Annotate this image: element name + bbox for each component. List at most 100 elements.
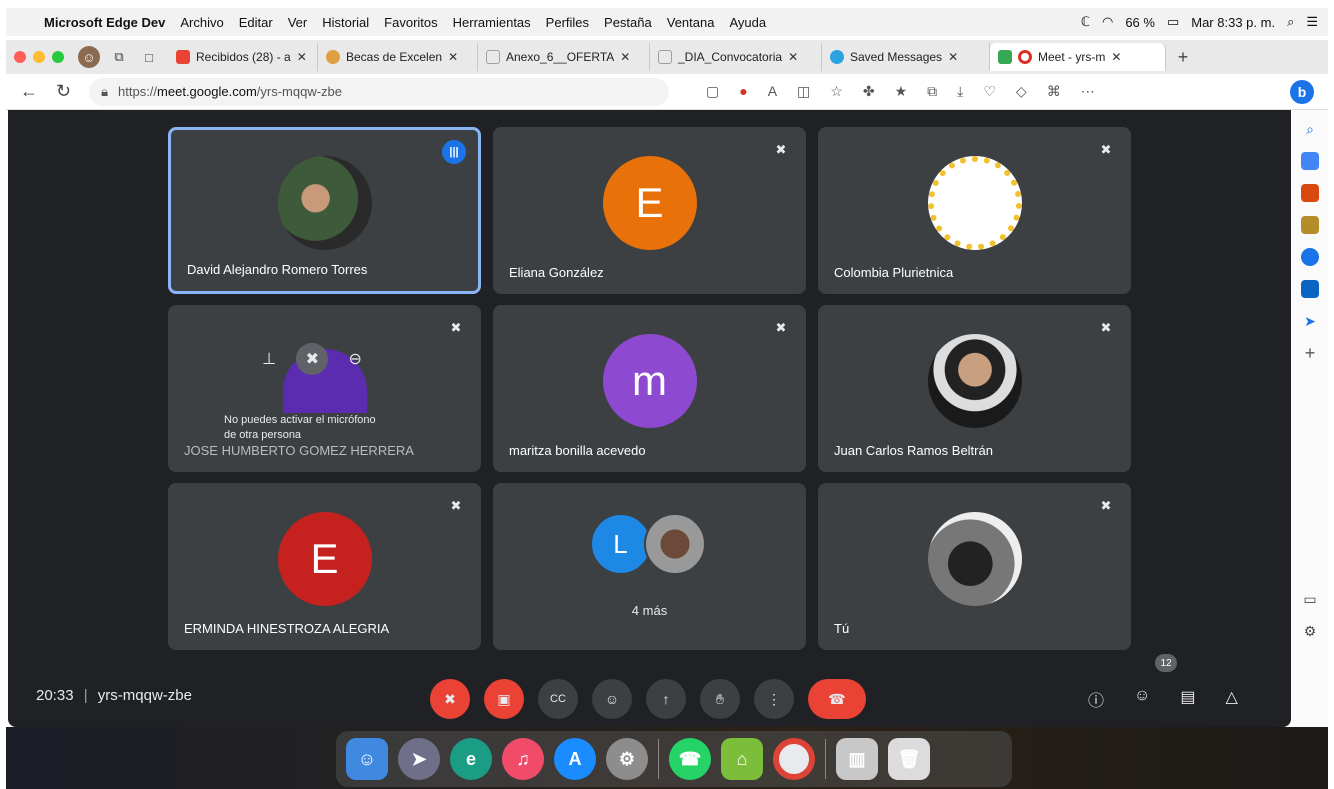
- back-arrow-icon[interactable]: ←: [20, 81, 38, 102]
- participant-tile-david[interactable]: ||| David Alejandro Romero Torres: [168, 127, 481, 294]
- tab-gmail[interactable]: Recibidos (28) - a ✕: [168, 43, 318, 71]
- tab-becas[interactable]: Becas de Excelen ✕: [318, 43, 478, 71]
- new-tab-button[interactable]: +: [1172, 46, 1194, 68]
- read-aloud-icon[interactable]: A: [768, 83, 777, 100]
- launchpad-icon[interactable]: ➤: [398, 738, 440, 780]
- participant-tile-eliana[interactable]: E ✖ Eliana González: [493, 127, 806, 294]
- creative-cloud-icon[interactable]: ℂ: [1081, 14, 1090, 30]
- finder-icon[interactable]: ☺: [346, 738, 388, 780]
- wifi-icon[interactable]: ◠: [1102, 14, 1113, 30]
- participant-tile-maritza[interactable]: m ✖ maritza bonilla acevedo: [493, 305, 806, 472]
- more-participants-tile[interactable]: L 4 más: [493, 483, 806, 650]
- collections-icon[interactable]: ⧉: [927, 83, 937, 100]
- menu-pestana[interactable]: Pestaña: [604, 15, 652, 30]
- participant-tile-jose[interactable]: ⊥ ✖ ⊖ No puedes activar el micrófono de …: [168, 305, 481, 472]
- search-icon[interactable]: ⌕: [1301, 120, 1319, 138]
- whatsapp-icon[interactable]: ☎︎: [669, 738, 711, 780]
- more-menu-icon[interactable]: ⋯: [1081, 83, 1095, 100]
- menu-favoritos[interactable]: Favoritos: [384, 15, 437, 30]
- send-icon[interactable]: ➤: [1301, 312, 1319, 330]
- menu-ventana[interactable]: Ventana: [667, 15, 715, 30]
- captions-icon[interactable]: CC: [538, 679, 578, 719]
- close-tab-icon[interactable]: ✕: [620, 50, 630, 64]
- present-screen-icon[interactable]: ↑: [646, 679, 686, 719]
- participant-tile-self[interactable]: ✖ Tú: [818, 483, 1131, 650]
- tab-meet[interactable]: Meet - yrs-m ✕: [990, 43, 1166, 71]
- add-sidebar-app-icon[interactable]: +: [1301, 343, 1319, 363]
- spotlight-search-icon[interactable]: ⌕: [1287, 14, 1294, 30]
- settings-gear-icon[interactable]: ⚙: [1301, 622, 1319, 640]
- chrome-icon[interactable]: [773, 738, 815, 780]
- close-window-button[interactable]: [14, 51, 26, 63]
- security-icon[interactable]: ◇: [1016, 83, 1027, 100]
- extensions-icon[interactable]: ✤: [863, 83, 875, 100]
- mic-toggle-icon[interactable]: ✖: [430, 679, 470, 719]
- tab-actions-icon[interactable]: □: [138, 46, 160, 68]
- participant-tile-erminda[interactable]: E ✖ ERMINDA HINESTROZA ALEGRIA: [168, 483, 481, 650]
- mic-permission-icon[interactable]: ●: [739, 83, 747, 100]
- profile-avatar[interactable]: ☺: [78, 46, 100, 68]
- menubar-clock[interactable]: Mar 8:33 p. m.: [1191, 15, 1275, 30]
- meeting-info-icon[interactable]: ⓘ: [1088, 687, 1104, 711]
- refresh-icon[interactable]: ↻: [56, 81, 71, 102]
- tab-telegram[interactable]: Saved Messages ✕: [822, 43, 990, 71]
- close-tab-icon[interactable]: ✕: [448, 50, 458, 64]
- more-options-icon[interactable]: ⋮: [754, 679, 794, 719]
- app-store-icon[interactable]: A: [554, 738, 596, 780]
- dock-divider: [825, 739, 826, 779]
- emoji-reaction-icon[interactable]: ☺: [592, 679, 632, 719]
- battery-icon[interactable]: ▭: [1167, 14, 1179, 30]
- zoom-window-button[interactable]: [52, 51, 64, 63]
- remove-participant-icon[interactable]: ⊖: [348, 349, 361, 369]
- tab-convocatoria[interactable]: _DIA_Convocatoria ✕: [650, 43, 822, 71]
- edge-dev-icon[interactable]: e: [450, 738, 492, 780]
- raise-hand-icon[interactable]: ✋︎: [700, 679, 740, 719]
- bing-copilot-icon[interactable]: b: [1290, 80, 1314, 104]
- browser-tab-bar: ☺ ⧉ □ Recibidos (28) - a ✕ Becas de Excel…: [6, 40, 1328, 74]
- split-screen-icon[interactable]: ◫: [797, 83, 810, 100]
- chat-icon[interactable]: ▤: [1180, 687, 1195, 711]
- tab-anexo[interactable]: Anexo_6__OFERTA ✕: [478, 43, 650, 71]
- downloads-icon[interactable]: ⤓: [957, 83, 963, 100]
- minimize-window-button[interactable]: [33, 51, 45, 63]
- downloads-stack-icon[interactable]: ▥: [836, 738, 878, 780]
- close-tab-icon[interactable]: ✕: [788, 50, 798, 64]
- participant-tile-colombia[interactable]: ✖ Colombia Plurietnica: [818, 127, 1131, 294]
- android-studio-icon[interactable]: ⌂: [721, 738, 763, 780]
- menu-historial[interactable]: Historial: [322, 15, 369, 30]
- trash-icon[interactable]: 🗑︎: [888, 738, 930, 780]
- menu-ayuda[interactable]: Ayuda: [729, 15, 766, 30]
- control-center-icon[interactable]: ☰: [1306, 14, 1318, 30]
- shopping-icon[interactable]: [1301, 152, 1319, 170]
- favorites-icon[interactable]: ★: [895, 83, 908, 100]
- camera-permission-icon[interactable]: ▢: [706, 83, 719, 100]
- activities-icon[interactable]: △: [1225, 687, 1237, 711]
- health-icon[interactable]: ♡: [983, 83, 996, 100]
- app-name-menu[interactable]: Microsoft Edge Dev: [44, 15, 165, 30]
- outlook-icon[interactable]: [1301, 280, 1319, 298]
- music-icon[interactable]: ♫: [502, 738, 544, 780]
- close-tab-icon[interactable]: ✕: [948, 50, 958, 64]
- camera-toggle-icon[interactable]: ▣: [484, 679, 524, 719]
- system-preferences-icon[interactable]: ⚙: [606, 738, 648, 780]
- pin-icon[interactable]: ⊥: [262, 349, 276, 369]
- address-bar[interactable]: 🔒︎ https://meet.google.com/yrs-mqqw-zbe: [89, 77, 670, 106]
- games-icon[interactable]: [1301, 216, 1319, 234]
- leave-call-icon[interactable]: ☎︎: [808, 679, 866, 719]
- menu-herramientas[interactable]: Herramientas: [453, 15, 531, 30]
- close-tab-icon[interactable]: ✕: [1111, 50, 1121, 64]
- menu-editar[interactable]: Editar: [239, 15, 273, 30]
- share-icon[interactable]: ⌘: [1047, 83, 1061, 100]
- menu-archivo[interactable]: Archivo: [180, 15, 223, 30]
- people-icon[interactable]: ☺: [1134, 687, 1150, 711]
- workspaces-icon[interactable]: ⧉: [108, 46, 130, 68]
- mic-disabled-icon[interactable]: ✖: [296, 343, 329, 375]
- close-tab-icon[interactable]: ✕: [297, 50, 307, 64]
- menu-perfiles[interactable]: Perfiles: [546, 15, 589, 30]
- sidebar-panel-icon[interactable]: ▭: [1301, 590, 1319, 608]
- menu-ver[interactable]: Ver: [288, 15, 308, 30]
- favorite-star-icon[interactable]: ☆: [830, 83, 843, 100]
- office-icon[interactable]: [1301, 248, 1319, 266]
- tools-icon[interactable]: [1301, 184, 1319, 202]
- participant-tile-juan-carlos[interactable]: ✖ Juan Carlos Ramos Beltrán: [818, 305, 1131, 472]
